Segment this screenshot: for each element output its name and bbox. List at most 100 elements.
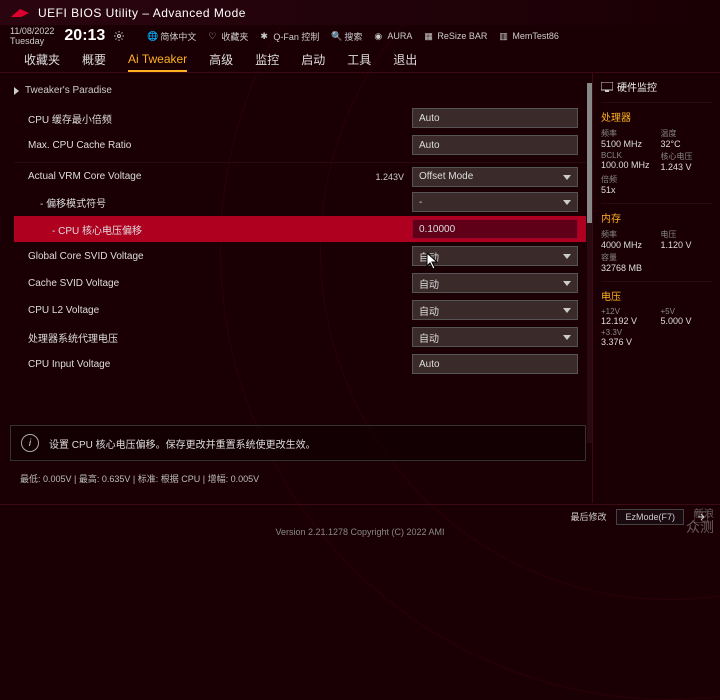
setting-label: 处理器系统代理电压 xyxy=(22,330,412,345)
setting-row[interactable]: CPU 缓存最小倍频 Auto xyxy=(14,105,586,131)
setting-label: CPU 缓存最小倍频 xyxy=(22,111,412,126)
sb-value: 1.243 V xyxy=(661,162,713,172)
version-text: Version 2.21.1278 Copyright (C) 2022 AMI xyxy=(12,527,708,537)
sb-value: 4000 MHz xyxy=(601,240,653,250)
quick-memtest[interactable]: ▥MemTest86 xyxy=(495,30,563,42)
field-value: 自动 xyxy=(419,276,439,291)
tab-概要[interactable]: 概要 xyxy=(82,47,106,72)
tab-Ai Tweaker[interactable]: Ai Tweaker xyxy=(128,48,187,72)
quick-lang[interactable]: 🌐简体中文 xyxy=(143,29,200,44)
setting-row[interactable]: Cache SVID Voltage 自动 xyxy=(14,270,586,296)
sidebar-title: 硬件监控 xyxy=(617,79,657,94)
arrow-right-icon xyxy=(14,87,19,95)
setting-field[interactable]: 自动 xyxy=(412,300,578,320)
sb-value: 3.376 V xyxy=(601,337,653,347)
setting-field[interactable]: Auto xyxy=(412,108,578,128)
search-icon: 🔍 xyxy=(331,31,341,41)
setting-label: Actual VRM Core Voltage xyxy=(22,171,364,182)
setting-row[interactable]: Actual VRM Core Voltage1.243V Offset Mode xyxy=(14,162,586,188)
quick-search[interactable]: 🔍搜索 xyxy=(327,29,366,44)
tab-退出[interactable]: 退出 xyxy=(393,47,417,72)
scrollbar-thumb[interactable] xyxy=(587,83,592,223)
quick-aura[interactable]: ◉AURA xyxy=(370,30,416,42)
setting-field[interactable]: 自动 xyxy=(412,273,578,293)
setting-field[interactable]: 自动 xyxy=(412,327,578,347)
field-value: Auto xyxy=(419,113,440,124)
quick-qfan[interactable]: ✱Q-Fan 控制 xyxy=(256,29,323,44)
setting-field[interactable]: - xyxy=(412,192,578,212)
tab-高级[interactable]: 高级 xyxy=(209,47,233,72)
tab-监控[interactable]: 监控 xyxy=(255,47,279,72)
sb-label: 核心电压 xyxy=(661,151,713,162)
sb-volt-header: 电压 xyxy=(601,281,712,303)
memtest-icon: ▥ xyxy=(499,31,509,41)
qfan-icon: ✱ xyxy=(260,31,270,41)
field-value: 0.10000 xyxy=(419,224,455,235)
sb-label: 容量 xyxy=(601,252,653,263)
tab-工具[interactable]: 工具 xyxy=(347,47,371,72)
datetime: 11/08/2022 Tuesday xyxy=(10,26,54,46)
setting-row[interactable]: - CPU 核心电压偏移 0.10000 xyxy=(14,216,586,242)
setting-row[interactable]: 处理器系统代理电压自动 xyxy=(14,324,586,350)
setting-label: CPU L2 Voltage xyxy=(22,305,412,316)
setting-field[interactable]: 0.10000 xyxy=(412,219,578,239)
section-header[interactable]: Tweaker's Paradise xyxy=(14,81,586,104)
setting-row[interactable]: Max. CPU Cache Ratio Auto xyxy=(14,132,586,158)
field-value: 自动 xyxy=(419,303,439,318)
sb-label: 频率 xyxy=(601,229,653,240)
sb-cpu-header: 处理器 xyxy=(601,102,712,124)
tab-启动[interactable]: 启动 xyxy=(301,47,325,72)
field-value: - xyxy=(419,197,422,208)
sb-value: 12.192 V xyxy=(601,316,653,326)
resize-icon: ▦ xyxy=(424,31,434,41)
sb-value: 51x xyxy=(601,185,653,195)
sb-label: 温度 xyxy=(661,128,713,139)
sb-value: 32768 MB xyxy=(601,263,653,273)
hw-monitor-sidebar: 硬件监控 处理器 频率5100 MHz温度32°CBCLK100.00 MHz核… xyxy=(592,73,720,503)
sb-label: +12V xyxy=(601,307,653,316)
range-text: 最低: 0.005V | 最高: 0.635V | 标准: 根据 CPU | 增… xyxy=(20,472,259,485)
aura-icon: ◉ xyxy=(374,31,384,41)
fav-icon: ♡ xyxy=(208,31,218,41)
quick-fav[interactable]: ♡收藏夹 xyxy=(204,29,252,44)
setting-field[interactable]: Auto xyxy=(412,135,578,155)
watermark: 新浪 众测 xyxy=(686,510,714,534)
setting-label: Global Core SVID Voltage xyxy=(22,251,412,262)
setting-label: - CPU 核心电压偏移 xyxy=(22,222,412,237)
rog-logo-icon xyxy=(10,6,30,20)
setting-field[interactable]: Auto xyxy=(412,354,578,374)
section-title: Tweaker's Paradise xyxy=(25,85,112,96)
field-value: Auto xyxy=(419,359,440,370)
monitor-icon xyxy=(601,82,613,92)
sb-label: 电压 xyxy=(661,229,713,240)
sb-value: 32°C xyxy=(661,139,713,149)
setting-row[interactable]: - 偏移模式符号- xyxy=(14,189,586,215)
sb-value: 5.000 V xyxy=(661,316,713,326)
day: Tuesday xyxy=(10,36,54,46)
setting-label: Cache SVID Voltage xyxy=(22,278,412,289)
setting-row[interactable]: CPU L2 Voltage 自动 xyxy=(14,297,586,323)
field-value: Auto xyxy=(419,140,440,151)
setting-row[interactable]: CPU Input VoltageAuto xyxy=(14,351,586,377)
help-box: i 设置 CPU 核心电压偏移。保存更改并重置系统使更改生效。 xyxy=(10,425,586,461)
setting-row[interactable]: Global Core SVID Voltage 自动 xyxy=(14,243,586,269)
field-value: 自动 xyxy=(419,249,439,264)
readout-value: 1.243V xyxy=(364,172,412,182)
setting-label: Max. CPU Cache Ratio xyxy=(22,140,412,151)
scrollbar[interactable] xyxy=(587,83,592,443)
last-modified-link[interactable]: 最后修改 xyxy=(570,510,606,523)
date: 11/08/2022 xyxy=(10,26,54,36)
sb-mem-header: 内存 xyxy=(601,203,712,225)
sb-label: +3.3V xyxy=(601,328,653,337)
sb-value: 1.120 V xyxy=(661,240,713,250)
tab-收藏夹[interactable]: 收藏夹 xyxy=(24,47,60,72)
ezmode-button[interactable]: EzMode(F7) xyxy=(616,509,684,525)
field-value: Offset Mode xyxy=(419,171,473,182)
setting-field[interactable]: Offset Mode xyxy=(412,167,578,187)
setting-field[interactable]: 自动 xyxy=(412,246,578,266)
header-title: UEFI BIOS Utility – Advanced Mode xyxy=(38,6,246,20)
gear-icon[interactable] xyxy=(113,30,125,42)
info-icon: i xyxy=(21,434,39,452)
quick-resize[interactable]: ▦ReSize BAR xyxy=(420,30,491,42)
sb-value: 5100 MHz xyxy=(601,139,653,149)
